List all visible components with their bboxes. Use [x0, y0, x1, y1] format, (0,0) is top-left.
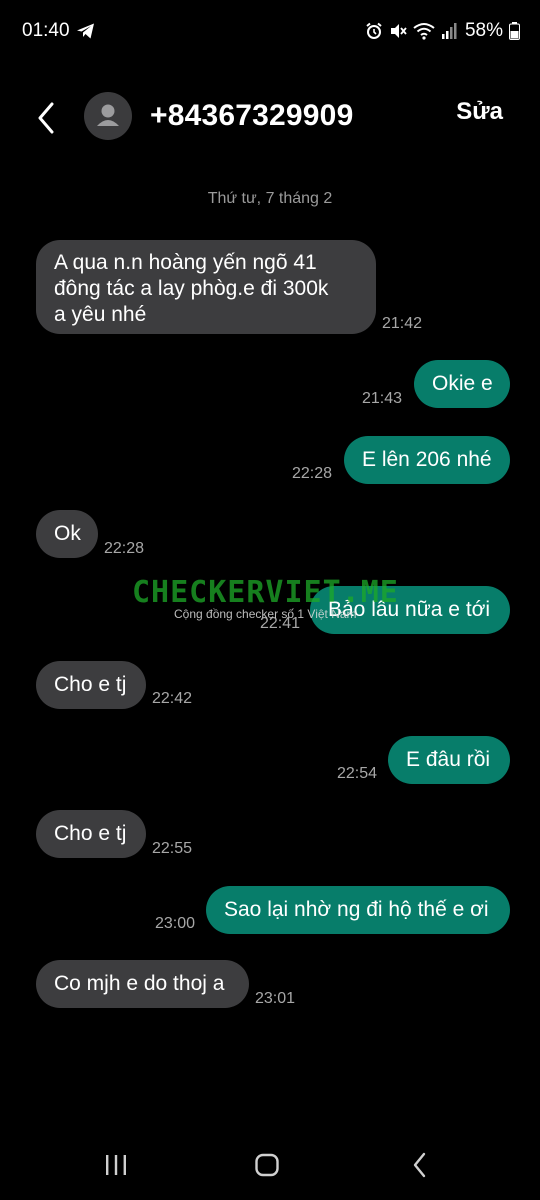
message-timestamp: 22:28	[292, 465, 333, 482]
message-text: Cho e tj	[54, 673, 127, 696]
message-line: đông tác a lay phòg.e đi 300k	[54, 277, 329, 300]
battery-icon	[509, 22, 520, 40]
back-button[interactable]	[30, 98, 64, 138]
back-chevron-icon	[38, 102, 54, 134]
alarm-icon	[365, 22, 383, 40]
conversation-header: +84367329909 Sửa	[0, 80, 540, 152]
message-text: Cho e tj	[54, 822, 127, 845]
message-bubble-incoming[interactable]: Cho e tj	[36, 810, 146, 858]
message-text: Okie e	[432, 372, 493, 395]
message-bubble-outgoing[interactable]: Okie e	[414, 360, 510, 408]
message-timestamp: 22:42	[152, 690, 193, 707]
message-line: A qua n.n hoàng yến ngõ 41	[54, 251, 317, 274]
person-icon	[97, 104, 119, 126]
message-text: E đâu rồi	[406, 748, 491, 771]
message-timestamp: 23:01	[255, 990, 296, 1007]
message-text: Ok	[54, 522, 81, 545]
message-bubble-incoming[interactable]: Cho e tj	[36, 661, 146, 709]
message-text: Co mjh e do thoj a	[54, 972, 225, 995]
status-bar: 01:40 58%	[0, 0, 540, 62]
contact-phone-title[interactable]: +84367329909	[150, 99, 353, 133]
contact-avatar[interactable]	[84, 92, 132, 140]
message-bubble-outgoing[interactable]: Sao lại nhờ ng đi hộ thế e ơi	[206, 886, 510, 934]
date-divider: Thứ tư, 7 tháng 2	[207, 190, 333, 207]
status-time: 01:40	[22, 20, 70, 41]
battery-percentage: 58%	[464, 20, 503, 41]
recent-apps-button[interactable]	[96, 1148, 136, 1182]
message-text: Sao lại nhờ ng đi hộ thế e ơi	[224, 898, 489, 921]
home-icon	[255, 1153, 279, 1177]
message-text: E lên 206 nhé	[362, 448, 492, 471]
message-text: Bảo lâu nữa e tới	[328, 598, 491, 621]
wifi-icon	[413, 22, 435, 40]
mute-icon	[389, 22, 407, 40]
message-bubble-incoming[interactable]: Co mjh e do thoj a	[36, 960, 249, 1008]
message-bubble-outgoing[interactable]: E lên 206 nhé	[344, 436, 510, 484]
message-timestamp: 22:54	[337, 765, 378, 782]
recent-apps-icon	[106, 1155, 126, 1175]
message-line: a yêu nhé	[54, 303, 147, 326]
message-timestamp: 22:28	[104, 540, 145, 557]
message-bubble-incoming[interactable]: A qua n.n hoàng yến ngõ 41 đông tác a la…	[36, 240, 376, 334]
nav-back-button[interactable]	[400, 1148, 440, 1182]
status-icons: 58%	[365, 19, 520, 43]
telegram-icon	[76, 21, 96, 41]
message-timestamp: 21:42	[382, 315, 423, 332]
message-timestamp: 22:41	[260, 615, 301, 632]
message-timestamp: 21:43	[362, 390, 403, 407]
message-timestamp: 22:55	[152, 840, 193, 857]
signal-icon	[441, 22, 457, 40]
edit-button[interactable]: Sửa	[456, 98, 503, 126]
message-timestamp: 23:00	[155, 915, 196, 932]
message-bubble-outgoing[interactable]: E đâu rồi	[388, 736, 510, 784]
back-icon	[413, 1152, 426, 1178]
home-button[interactable]	[247, 1148, 287, 1182]
message-bubble-incoming[interactable]: Ok	[36, 510, 98, 558]
message-bubble-outgoing[interactable]: Bảo lâu nữa e tới	[310, 586, 510, 634]
navigation-bar	[0, 1130, 540, 1200]
